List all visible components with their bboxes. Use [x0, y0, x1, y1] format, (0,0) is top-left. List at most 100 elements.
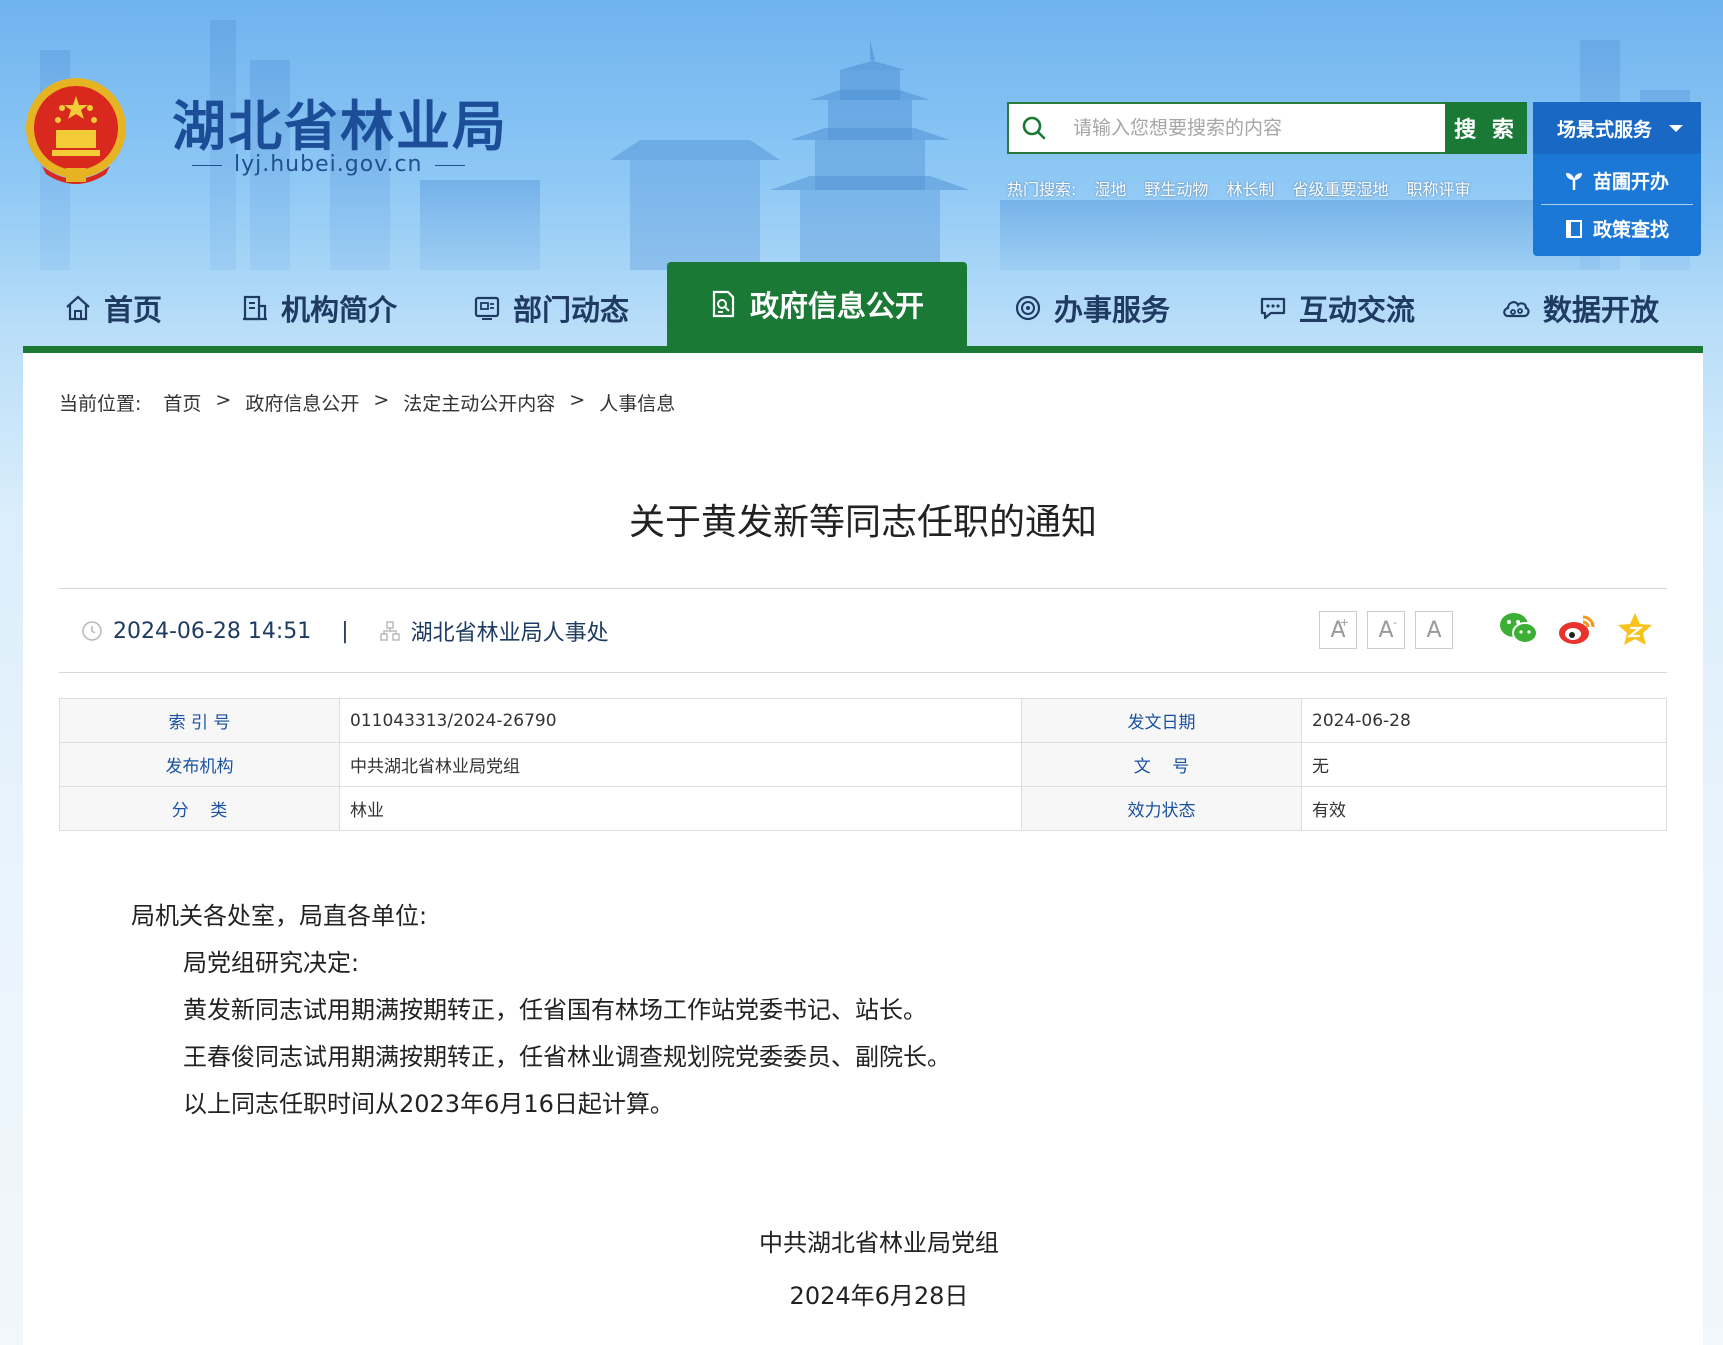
scene-service-dropdown[interactable]: 场景式服务 — [1533, 102, 1701, 154]
service-icon — [1015, 295, 1041, 321]
info-value: 林业 — [339, 786, 1022, 831]
info-key: 发布机构 — [59, 742, 340, 787]
nav-label: 政府信息公开 — [749, 289, 924, 323]
nav-item-home[interactable]: 首页 — [23, 270, 203, 346]
info-key: 效力状态 — [1021, 786, 1302, 831]
nav-label: 办事服务 — [1053, 293, 1170, 327]
nav-item-interaction[interactable]: 互动交流 — [1217, 270, 1457, 346]
article-datetime: 2024-06-28 14:51 — [113, 618, 312, 644]
font-reset-label: A — [1426, 617, 1442, 643]
org-chart-icon — [379, 621, 400, 641]
sprout-icon — [1565, 173, 1582, 190]
hot-search-link[interactable]: 湿地 — [1094, 176, 1126, 200]
scene-item-policy[interactable]: 政策查找 — [1541, 204, 1693, 252]
hot-search-link[interactable]: 省级重要湿地 — [1292, 176, 1388, 200]
search-input[interactable] — [1059, 105, 1445, 151]
salutation: 局机关各处室，局直各单位: — [131, 902, 428, 930]
caret-down-icon — [1669, 125, 1683, 132]
font-decrease-label: A — [1378, 617, 1394, 643]
search-button[interactable]: 搜 索 — [1445, 102, 1527, 154]
hot-search-link[interactable]: 林长制 — [1226, 176, 1274, 200]
national-emblem-logo — [26, 78, 126, 184]
info-value: 2024-06-28 — [1301, 698, 1667, 743]
nav-label: 首页 — [103, 293, 162, 327]
wechat-icon[interactable] — [1499, 609, 1539, 649]
search-icon — [1009, 104, 1059, 152]
nav-label: 数据开放 — [1542, 293, 1659, 327]
home-icon — [66, 295, 90, 321]
nav-item-about[interactable]: 机构简介 — [203, 270, 435, 346]
info-value: 无 — [1301, 742, 1667, 787]
hot-search-link[interactable]: 野生动物 — [1144, 176, 1208, 200]
font-decrease-button[interactable]: A- — [1367, 611, 1405, 649]
breadcrumb-link-gov-info[interactable]: 政府信息公开 — [245, 389, 359, 416]
scene-item-nursery[interactable]: 苗圃开办 — [1541, 156, 1693, 204]
breadcrumb: 当前位置: 首页 > 政府信息公开 > 法定主动公开内容 > 人事信息 — [59, 389, 675, 416]
book-icon — [1565, 219, 1582, 238]
breadcrumb-link-home[interactable]: 首页 — [163, 389, 201, 416]
body-paragraph: 黄发新同志试用期满按期转正，任省国有林场工作站党委书记、站长。 — [183, 996, 927, 1024]
body-paragraph: 以上同志任职时间从2023年6月16日起计算。 — [183, 1090, 674, 1118]
nav-item-open-data[interactable]: 数据开放 — [1457, 270, 1703, 346]
scene-item-label: 苗圃开办 — [1592, 170, 1669, 193]
article-body: 局机关各处室，局直各单位: 局党组研究决定: 黄发新同志试用期满按期转正，任省国… — [131, 893, 951, 1128]
signature-date: 2024年6月28日 — [789, 1282, 969, 1310]
breadcrumb-separator: > — [373, 389, 390, 411]
main-nav: 首页 机构简介 部门动态 政府信息公开 办事服务 互动交流 数据开放 — [23, 262, 1703, 346]
news-icon — [474, 296, 500, 320]
signature-org: 中共湖北省林业局党组 — [759, 1229, 999, 1257]
breadcrumb-link-personnel[interactable]: 人事信息 — [599, 389, 675, 416]
nav-item-news[interactable]: 部门动态 — [435, 270, 667, 346]
document-info-icon — [712, 290, 735, 318]
cloud-data-icon — [1503, 301, 1530, 318]
scene-service-list: 苗圃开办 政策查找 — [1533, 154, 1701, 256]
body-paragraph: 王春俊同志试用期满按期转正，任省林业调查规划院党委委员、副院长。 — [183, 1043, 951, 1071]
header: 湖北省林业局 lyj.hubei.gov.cn 搜 索 热门搜索: 湿地 野生动… — [0, 0, 1723, 270]
scene-service-label: 场景式服务 — [1557, 118, 1653, 141]
breadcrumb-separator: > — [569, 389, 586, 411]
info-key: 发文日期 — [1021, 698, 1302, 743]
breadcrumb-separator: > — [215, 389, 232, 411]
share-tools — [1499, 609, 1655, 649]
weibo-icon[interactable] — [1557, 609, 1597, 649]
info-key: 分 类 — [59, 786, 340, 831]
signature-block: 中共湖北省林业局党组 2024年6月28日 — [23, 1217, 1703, 1323]
info-table: 索 引 号 011043313/2024-26790 发文日期 2024-06-… — [59, 698, 1667, 831]
nav-label: 互动交流 — [1298, 293, 1415, 327]
building-icon — [242, 295, 267, 321]
info-key: 文 号 — [1021, 742, 1302, 787]
clock-icon — [82, 621, 102, 641]
table-row: 分 类 林业 效力状态 有效 — [59, 786, 1667, 831]
article-title: 关于黄发新等同志任职的通知 — [628, 502, 1097, 543]
scene-item-label: 政策查找 — [1592, 219, 1669, 241]
hot-search-link[interactable]: 职称评审 — [1406, 176, 1470, 200]
scene-service-panel: 场景式服务 苗圃开办 政策查找 — [1533, 102, 1701, 256]
info-value: 011043313/2024-26790 — [339, 698, 1022, 743]
search-box — [1007, 102, 1445, 154]
table-row: 发布机构 中共湖北省林业局党组 文 号 无 — [59, 742, 1667, 787]
body-paragraph: 局党组研究决定: — [183, 949, 360, 977]
breadcrumb-link-statutory[interactable]: 法定主动公开内容 — [403, 389, 555, 416]
meta-divider: | — [341, 618, 349, 644]
info-value: 中共湖北省林业局党组 — [339, 742, 1022, 787]
hot-search: 热门搜索: 湿地 野生动物 林长制 省级重要湿地 职称评审 — [1007, 176, 1470, 200]
font-size-tools: A + A- A — [1319, 611, 1453, 649]
table-row: 索 引 号 011043313/2024-26790 发文日期 2024-06-… — [59, 698, 1667, 743]
content-panel: 当前位置: 首页 > 政府信息公开 > 法定主动公开内容 > 人事信息 关于黄发… — [23, 353, 1703, 1345]
nav-item-services[interactable]: 办事服务 — [967, 270, 1217, 346]
nav-label: 部门动态 — [512, 293, 629, 327]
nav-underline-bar — [23, 346, 1703, 353]
divider — [59, 588, 1667, 589]
breadcrumb-label: 当前位置: — [59, 393, 142, 415]
site-url: lyj.hubei.gov.cn — [180, 152, 477, 177]
info-value: 有效 — [1301, 786, 1667, 831]
font-increase-button[interactable]: A + — [1319, 611, 1357, 649]
info-key: 索 引 号 — [59, 698, 340, 743]
site-title: 湖北省林业局 — [172, 94, 508, 158]
favorite-star-icon[interactable] — [1615, 609, 1655, 649]
article-source: 湖北省林业局人事处 — [410, 621, 609, 646]
chat-icon — [1260, 297, 1286, 320]
nav-item-gov-info[interactable]: 政府信息公开 — [667, 262, 967, 346]
nav-label: 机构简介 — [280, 293, 397, 327]
font-reset-button[interactable]: A — [1415, 611, 1453, 649]
